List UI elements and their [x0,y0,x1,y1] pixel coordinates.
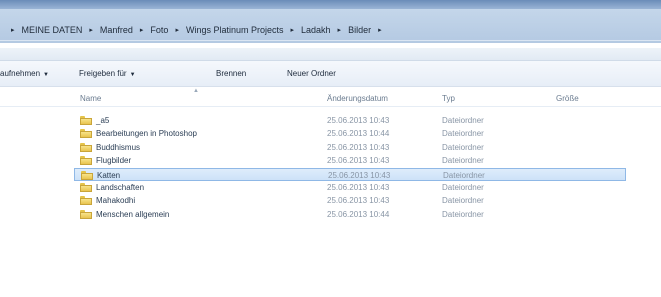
chevron-right-icon[interactable]: ▸ [373,26,387,34]
file-date-modified: 25.06.2013 10:43 [327,183,390,192]
chevron-right-icon[interactable]: ▸ [84,26,98,34]
file-date-modified: 25.06.2013 10:43 [327,156,390,166]
breadcrumb-item-foto[interactable]: Foto [148,25,170,35]
folder-icon [80,196,92,206]
chevron-right-icon[interactable]: ▸ [6,26,20,34]
file-row[interactable]: Menschen allgemein 25.06.2013 10:44 Dateio… [74,208,626,221]
breadcrumb-item-manfred[interactable]: Manfred [98,25,135,35]
file-date-modified: 25.06.2013 10:44 [327,209,390,219]
address-divider [0,40,661,41]
file-type: Dateiordner [442,209,484,219]
include-in-library-button[interactable]: aufnehmen ▼ [0,69,49,78]
chevron-right-icon[interactable]: ▸ [333,26,347,34]
file-type: Dateiordner [442,156,484,166]
file-row[interactable]: Buddhismus 25.06.2013 10:43 Dateiordner [74,141,626,154]
folder-icon [80,142,92,152]
folder-icon [80,116,92,125]
folder-icon [80,156,92,166]
address-bar[interactable]: ▸ MEINE DATEN ▸ Manfred ▸ Foto ▸ Wings P… [0,9,661,43]
command-bar: aufnehmen ▼ Freigeben für ▼ Brennen Neuer … [0,61,661,87]
file-date-modified: 25.06.2013 10:43 [328,170,391,180]
file-name: _a5 [96,116,110,125]
file-name: Flugbilder [96,156,132,166]
folder-icon [81,170,93,180]
file-type: Dateiordner [442,183,484,192]
file-date-modified: 25.06.2013 10:43 [327,196,390,206]
include-in-library-label: aufnehmen [0,69,41,78]
share-with-button[interactable]: Freigeben für ▼ [79,69,136,78]
file-name: Katten [97,170,121,180]
folder-icon [80,183,92,192]
file-date-modified: 25.06.2013 10:44 [327,129,390,139]
file-row[interactable]: Landschaften 25.06.2013 10:43 Dateiordner [74,181,626,194]
sort-ascending-icon: ▲ [193,88,199,94]
chevron-right-icon[interactable]: ▸ [135,26,149,34]
share-with-label: Freigeben für [79,69,127,78]
chevron-down-icon: ▼ [129,72,136,78]
window-title-bar [0,0,661,9]
file-type: Dateiordner [443,170,485,180]
column-header-date[interactable]: Änderungsdatum [327,94,388,103]
breadcrumb-item-ladakh[interactable]: Ladakh [299,25,333,35]
folder-icon [80,209,92,219]
breadcrumb-item-wings-platinum-projects[interactable]: Wings Platinum Projects [184,25,286,35]
file-row[interactable]: Mahakodhi 25.06.2013 10:43 Dateiordner [74,194,626,207]
file-name: Menschen allgemein [96,209,170,219]
file-row[interactable]: _a5 25.06.2013 10:43 Dateiordner [74,114,626,127]
column-header-row: ▲ Name Änderungsdatum Typ Größe [0,88,661,107]
chevron-right-icon[interactable]: ▸ [286,26,300,34]
column-header-size[interactable]: Größe [556,94,579,103]
file-type: Dateiordner [442,142,484,152]
chevron-down-icon: ▼ [43,72,49,78]
folder-icon [80,129,92,139]
file-name: Bearbeitungen in Photoshop [96,129,197,139]
file-name: Mahakodhi [96,196,136,206]
file-date-modified: 25.06.2013 10:43 [327,142,390,152]
file-row[interactable]: Flugbilder 25.06.2013 10:43 Dateiordner [74,154,626,167]
file-type: Dateiordner [442,196,484,206]
file-name: Buddhismus [96,142,141,152]
file-type: Dateiordner [442,116,484,125]
column-header-type[interactable]: Typ [442,94,455,103]
new-folder-button[interactable]: Neuer Ordner [287,69,336,78]
chevron-right-icon[interactable]: ▸ [170,26,184,34]
file-row[interactable]: Bearbeitungen in Photoshop 25.06.2013 10:… [74,127,626,140]
address-bar-bottom [0,48,661,61]
file-row[interactable]: Katten 25.06.2013 10:43 Dateiordner [74,167,626,181]
file-name: Landschaften [96,183,145,192]
breadcrumb-item-bilder[interactable]: Bilder [346,25,373,35]
breadcrumb-item-meine-daten[interactable]: MEINE DATEN [20,25,85,35]
burn-button[interactable]: Brennen [216,69,246,78]
breadcrumb: ▸ MEINE DATEN ▸ Manfred ▸ Foto ▸ Wings P… [6,22,387,38]
file-type: Dateiordner [442,129,484,139]
column-header-name[interactable]: Name [80,94,101,103]
file-date-modified: 25.06.2013 10:43 [327,116,390,125]
